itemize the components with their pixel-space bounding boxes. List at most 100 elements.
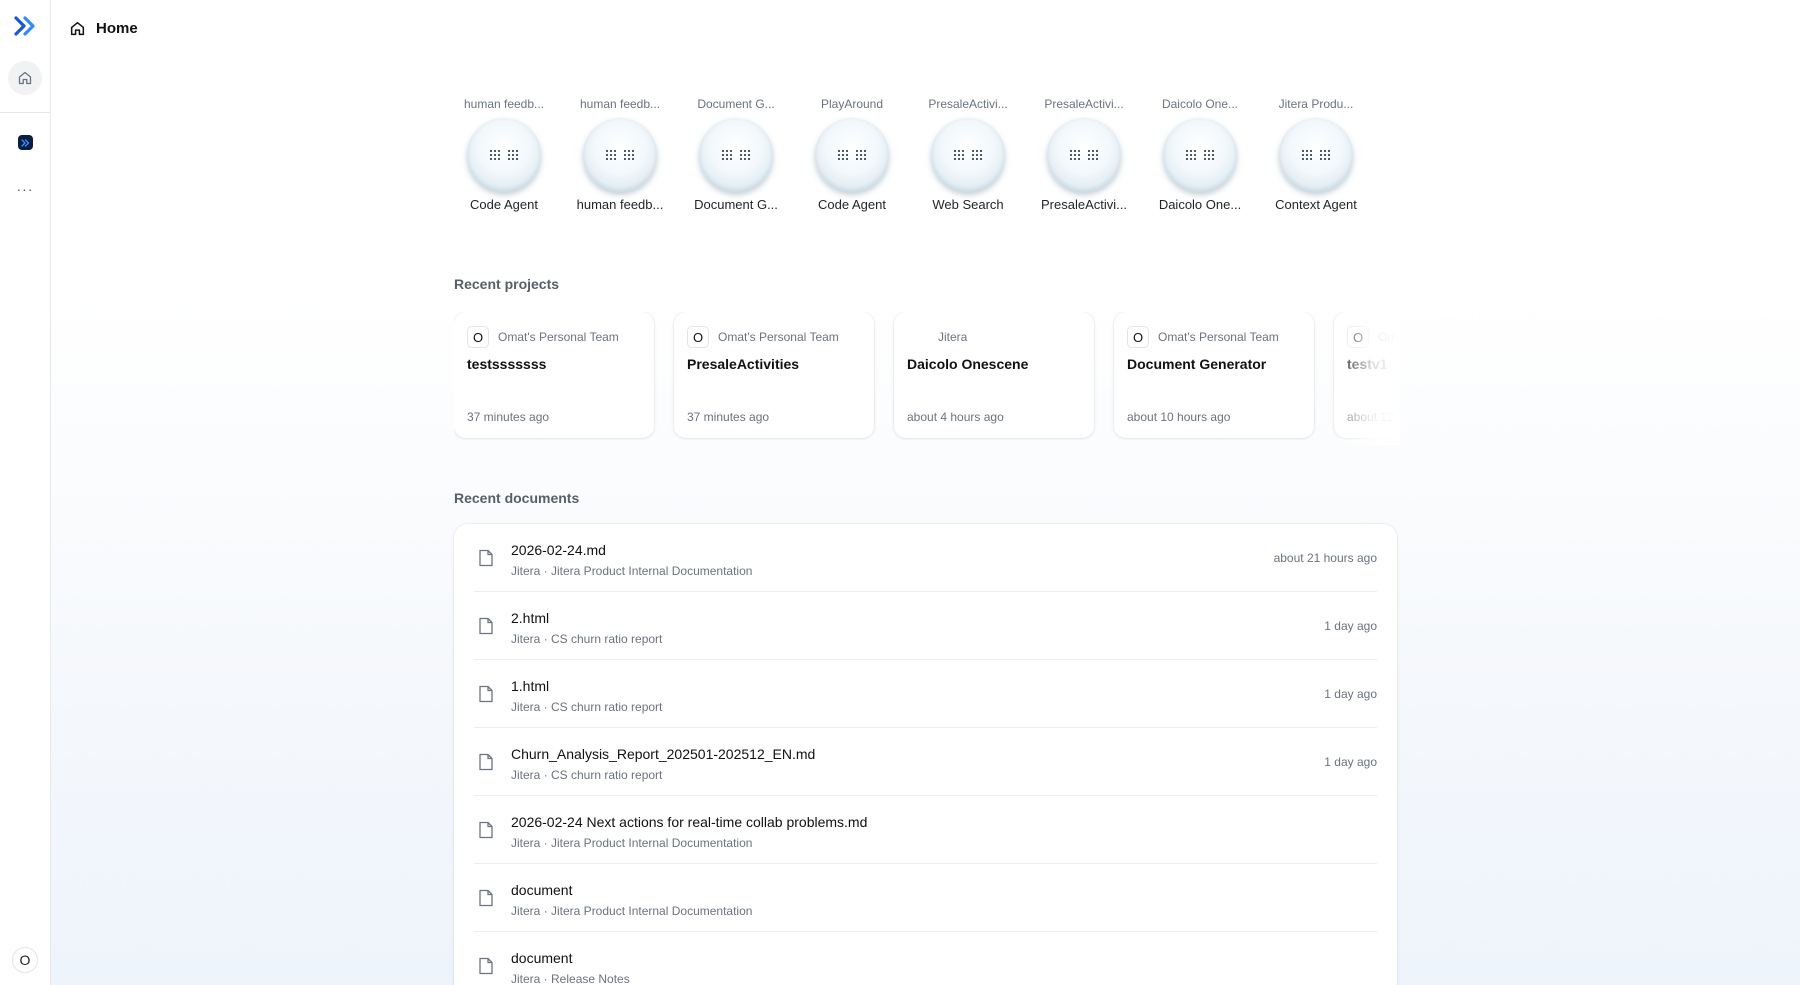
project-card[interactable]: O Omat's Personal Team PresaleActivities… — [674, 312, 874, 438]
team-name: Omat's Personal Team — [498, 330, 619, 344]
document-row[interactable]: document Jitera · Jitera Product Interna… — [474, 864, 1377, 932]
team-badge: O — [1347, 326, 1369, 348]
agent-carousel: human feedb... Code Agent human feedb...… — [454, 96, 1384, 232]
home-icon — [70, 21, 85, 35]
project-card[interactable]: O Omat's Personal Team testsssssss 37 mi… — [454, 312, 654, 438]
sidebar-divider — [0, 112, 51, 113]
project-card[interactable]: O Omat's Personal Team Document Generato… — [1114, 312, 1314, 438]
agent-orb-icon — [1047, 118, 1121, 192]
project-time: about 12 hours ago — [1347, 410, 1397, 424]
page-title: Home — [96, 19, 138, 37]
document-name: 2.html — [511, 610, 550, 626]
agent-name: Code Agent — [470, 197, 538, 212]
agent-orb-icon — [583, 118, 657, 192]
sidebar-home-button[interactable] — [8, 61, 42, 95]
file-icon — [479, 821, 493, 839]
document-row[interactable]: document Jitera · Release Notes — [474, 932, 1377, 985]
document-name: 2026-02-24.md — [511, 542, 606, 558]
agent-item[interactable]: Jitera Produ... Context Agent — [1266, 96, 1366, 214]
document-time: 1 day ago — [1324, 687, 1377, 701]
agent-item[interactable]: Document G... Document G... — [686, 96, 786, 214]
file-icon — [479, 957, 493, 975]
agent-item[interactable]: human feedb... Code Agent — [454, 96, 554, 214]
project-card[interactable]: O Omat's Personal Team testv1 about 12 h… — [1334, 312, 1397, 438]
agent-project-label: Document G... — [697, 97, 775, 111]
sidebar-app-jitera[interactable] — [18, 135, 33, 150]
document-time: 1 day ago — [1324, 755, 1377, 769]
agent-item[interactable]: Daicolo One... Daicolo One... — [1150, 96, 1250, 214]
document-row[interactable]: Churn_Analysis_Report_202501-202512_EN.m… — [474, 728, 1377, 796]
project-name: PresaleActivities — [687, 356, 800, 372]
document-path: Jitera · CS churn ratio report — [511, 700, 663, 714]
agent-item[interactable]: human feedb... human feedb... — [570, 96, 670, 214]
agent-name: Web Search — [932, 197, 1004, 212]
agent-orb-icon — [1279, 118, 1353, 192]
agent-name: Context Agent — [1275, 197, 1357, 212]
document-name: document — [511, 882, 573, 898]
document-time: about 21 hours ago — [1273, 551, 1377, 565]
agent-project-label: PresaleActivi... — [928, 97, 1008, 111]
project-time: 37 minutes ago — [687, 410, 770, 424]
document-path: Jitera · Release Notes — [511, 972, 630, 985]
document-name: document — [511, 950, 573, 966]
agent-project-label: PlayAround — [820, 97, 884, 111]
project-name: Document Generator — [1127, 356, 1267, 372]
project-card[interactable]: Jitera Daicolo Onescene about 4 hours ag… — [894, 312, 1094, 438]
document-path: Jitera · Jitera Product Internal Documen… — [511, 836, 753, 850]
document-path: Jitera · Jitera Product Internal Documen… — [511, 564, 753, 578]
document-row[interactable]: 1.html Jitera · CS churn ratio report 1 … — [474, 660, 1377, 728]
recent-projects-list: O Omat's Personal Team testsssssss 37 mi… — [454, 312, 1397, 440]
project-team: Jitera — [907, 326, 1081, 348]
agent-item[interactable]: PresaleActivi... PresaleActivi... — [1034, 96, 1134, 214]
document-name: 1.html — [511, 678, 550, 694]
document-path: Jitera · CS churn ratio report — [511, 632, 663, 646]
agent-name: Daicolo One... — [1158, 197, 1242, 212]
agent-orb-icon — [699, 118, 773, 192]
file-icon — [479, 617, 493, 635]
recent-documents-list: 2026-02-24.md Jitera · Jitera Product In… — [454, 524, 1397, 985]
agent-orb-icon — [815, 118, 889, 192]
document-row[interactable]: 2026-02-24 Next actions for real-time co… — [474, 796, 1377, 864]
user-avatar[interactable]: O — [12, 947, 38, 973]
document-path: Jitera · Jitera Product Internal Documen… — [511, 904, 753, 918]
file-icon — [479, 685, 493, 703]
document-row[interactable]: 2.html Jitera · CS churn ratio report 1 … — [474, 592, 1377, 660]
agent-project-label: Daicolo One... — [1161, 97, 1239, 111]
agent-project-label: human feedb... — [579, 97, 661, 111]
agent-project-label: Jitera Produ... — [1278, 97, 1354, 111]
team-badge — [907, 326, 929, 348]
agent-orb-icon — [1163, 118, 1237, 192]
file-icon — [479, 889, 493, 907]
file-icon — [479, 549, 493, 567]
project-team: O Omat's Personal Team — [1347, 326, 1397, 348]
project-name: Daicolo Onescene — [907, 356, 1029, 372]
project-time: 37 minutes ago — [467, 410, 550, 424]
project-team: O Omat's Personal Team — [467, 326, 641, 348]
agent-orb-icon — [931, 118, 1005, 192]
file-icon — [479, 753, 493, 771]
project-name: testv1 — [1347, 356, 1388, 372]
document-row[interactable]: 2026-02-24.md Jitera · Jitera Product In… — [474, 524, 1377, 592]
sidebar: ··· O — [0, 0, 51, 985]
agent-name: PresaleActivi... — [1041, 197, 1127, 212]
team-badge: O — [467, 326, 489, 348]
project-team: O Omat's Personal Team — [1127, 326, 1301, 348]
sidebar-more-button[interactable]: ··· — [14, 181, 36, 197]
project-time: about 4 hours ago — [907, 410, 1004, 424]
agent-item[interactable]: PresaleActivi... Web Search — [918, 96, 1018, 214]
project-name: testsssssss — [467, 356, 547, 372]
agent-item[interactable]: PlayAround Code Agent — [802, 96, 902, 214]
team-name: Omat's Personal Team — [1378, 330, 1397, 344]
app-logo-icon[interactable] — [14, 16, 36, 36]
team-name: Jitera — [938, 330, 968, 344]
team-name: Omat's Personal Team — [718, 330, 839, 344]
team-name: Omat's Personal Team — [1158, 330, 1279, 344]
document-name: 2026-02-24 Next actions for real-time co… — [511, 814, 868, 830]
agent-name: Document G... — [694, 197, 778, 212]
recent-documents-title: Recent documents — [454, 490, 580, 506]
page-header: Home — [69, 18, 138, 38]
team-badge: O — [1127, 326, 1149, 348]
document-time: 1 day ago — [1324, 619, 1377, 633]
agent-project-label: human feedb... — [463, 97, 545, 111]
agent-name: Code Agent — [818, 197, 886, 212]
